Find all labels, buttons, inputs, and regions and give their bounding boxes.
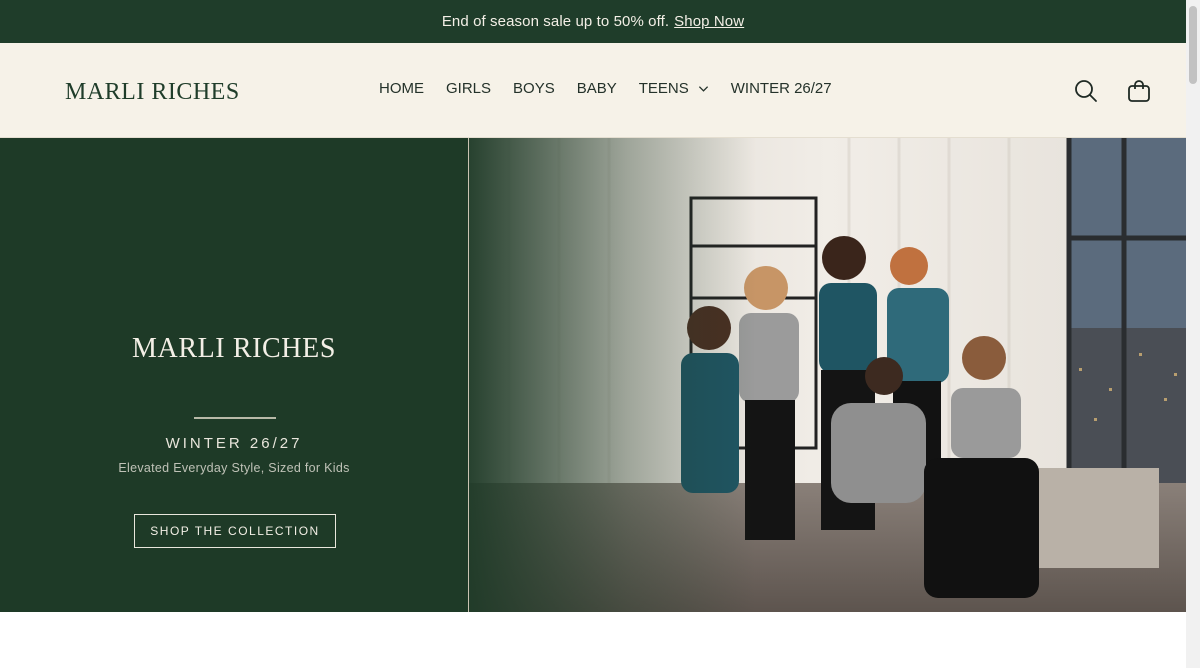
shop-collection-button[interactable]: SHOP THE COLLECTION [134, 514, 336, 548]
main-nav: HOME GIRLS BOYS BABY TEENS WINTER 26/27 [379, 80, 832, 97]
site-header: MARLI RICHES HOME GIRLS BOYS BABY TEENS … [0, 43, 1186, 138]
nav-item-label: BABY [576, 80, 617, 97]
page-scrollbar[interactable] [1186, 0, 1200, 668]
nav-item-label: TEENS [638, 80, 689, 97]
nav-item-label: HOME [379, 80, 424, 97]
search-icon [1075, 80, 1097, 102]
shopping-bag-icon [1128, 80, 1150, 102]
nav-item-label: GIRLS [446, 80, 492, 97]
shop-now-link[interactable]: Shop Now [674, 13, 744, 30]
hero-photo[interactable] [469, 138, 1186, 612]
nav-item-teens[interactable]: TEENS [639, 80, 709, 97]
nav-item-baby[interactable]: BABY [577, 80, 617, 97]
nav-item-girls[interactable]: GIRLS [446, 80, 491, 97]
nav-item-label: WINTER 26/27 [730, 80, 832, 97]
cart-button[interactable] [1126, 78, 1152, 104]
hero-tagline: Elevated Everyday Style, Sized for Kids [118, 461, 350, 475]
page-content-area [0, 612, 1186, 668]
hero-banner: MARLI RICHES WINTER 26/27 Elevated Every… [0, 138, 1186, 612]
search-button[interactable] [1073, 78, 1099, 104]
nav-item-home[interactable]: HOME [379, 80, 424, 97]
scrollbar-thumb[interactable] [1189, 6, 1197, 84]
announcement-bar: End of season sale up to 50% off. Shop N… [0, 0, 1186, 43]
nav-item-boys[interactable]: BOYS [513, 80, 555, 97]
hero-season-label: WINTER 26/27 [165, 435, 303, 452]
hero-divider-rule [194, 417, 276, 419]
nav-item-label: BOYS [513, 80, 555, 97]
chevron-down-icon [698, 86, 708, 92]
announcement-text: End of season sale up to 50% off. [441, 13, 670, 30]
nav-item-winter[interactable]: WINTER 26/27 [731, 80, 832, 97]
site-logo[interactable]: MARLI RICHES [65, 79, 240, 106]
hero-brand-title: MARLI RICHES [132, 333, 336, 364]
